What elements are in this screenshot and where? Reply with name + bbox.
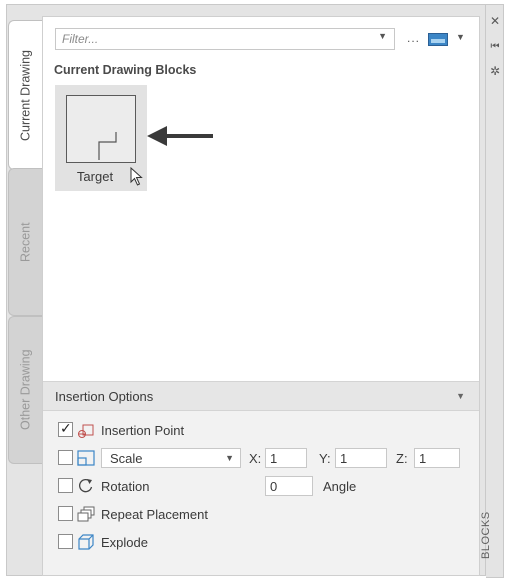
option-explode: Explode	[43, 531, 479, 555]
tab-current-drawing[interactable]: Current Drawing	[8, 20, 42, 170]
option-insertion-point: ✓ Insertion Point	[43, 419, 479, 443]
view-dropdown-icon[interactable]: ▼	[456, 32, 465, 42]
scale-y-input[interactable]: 1	[335, 448, 387, 468]
repeat-placement-label: Repeat Placement	[101, 507, 208, 522]
option-scale: Scale ▼ X: 1 Y: 1 Z: 1	[43, 447, 479, 471]
close-icon[interactable]: ✕	[489, 15, 501, 27]
scale-z-label: Z:	[396, 451, 408, 466]
explode-label: Explode	[101, 535, 148, 550]
angle-input[interactable]: 0	[265, 476, 313, 496]
scale-x-label: X:	[249, 451, 262, 466]
rotation-label: Rotation	[101, 479, 150, 494]
insertion-options-header[interactable]: Insertion Options ▼	[43, 381, 479, 411]
tab-recent-label: Recent	[18, 222, 33, 262]
repeat-placement-icon	[77, 506, 95, 522]
explode-icon	[78, 534, 94, 550]
scale-select-value: Scale	[110, 451, 143, 466]
option-repeat-placement: Repeat Placement	[43, 503, 479, 527]
insertion-point-checkbox[interactable]: ✓	[58, 420, 73, 437]
tab-other-drawing-label: Other Drawing	[18, 349, 33, 431]
insertion-options-area: ✓ Insertion Point Scale ▼ X: 1 Y: 1 Z: 1…	[43, 411, 479, 575]
section-title: Current Drawing Blocks	[54, 63, 197, 77]
block-preview-icon	[98, 132, 117, 160]
filter-placeholder: Filter...	[62, 32, 99, 46]
collapse-caret-icon[interactable]: ▼	[456, 391, 465, 401]
block-name: Target	[76, 169, 114, 184]
mouse-cursor-icon	[130, 167, 143, 186]
insertion-options-title: Insertion Options	[55, 389, 154, 404]
pointer-arrow-icon	[147, 126, 213, 146]
rotation-icon	[79, 479, 93, 493]
thumbnail-view-icon[interactable]	[428, 33, 448, 46]
insertion-point-label: Insertion Point	[101, 423, 185, 438]
palette-title-strip: ✕ ⏮ ✲ BLOCKS	[480, 4, 504, 578]
auto-hide-icon[interactable]: ⏮	[489, 41, 501, 53]
scale-z-input[interactable]: 1	[414, 448, 460, 468]
filter-dropdown-icon[interactable]: ▼	[378, 31, 387, 41]
repeat-placement-checkbox[interactable]	[58, 506, 73, 521]
tab-recent[interactable]: Recent	[8, 168, 42, 316]
tab-current-drawing-label: Current Drawing	[18, 49, 33, 141]
settings-icon[interactable]: ✲	[489, 65, 501, 77]
filter-input[interactable]: Filter... ▼	[55, 28, 395, 50]
scale-icon	[77, 450, 95, 466]
scale-y-label: Y:	[319, 451, 331, 466]
blocks-panel: Filter... ▼ ... ▼ Current Drawing Blocks…	[42, 16, 480, 576]
scale-checkbox[interactable]	[58, 450, 73, 465]
scale-select[interactable]: Scale ▼	[101, 448, 241, 468]
scale-dropdown-icon: ▼	[225, 453, 234, 463]
block-tile[interactable]: Target	[55, 85, 147, 191]
block-thumbnail	[66, 95, 136, 163]
palette-title: BLOCKS	[480, 511, 492, 559]
angle-label: Angle	[323, 479, 357, 494]
scale-x-input[interactable]: 1	[265, 448, 307, 468]
tab-other-drawing[interactable]: Other Drawing	[8, 316, 42, 464]
explode-checkbox[interactable]	[58, 534, 73, 549]
browse-button[interactable]: ...	[407, 31, 420, 45]
option-rotation: Rotation 0 Angle	[43, 475, 479, 499]
insertion-point-icon	[78, 424, 94, 438]
check-icon: ✓	[60, 420, 72, 436]
rotation-checkbox[interactable]	[58, 478, 73, 493]
